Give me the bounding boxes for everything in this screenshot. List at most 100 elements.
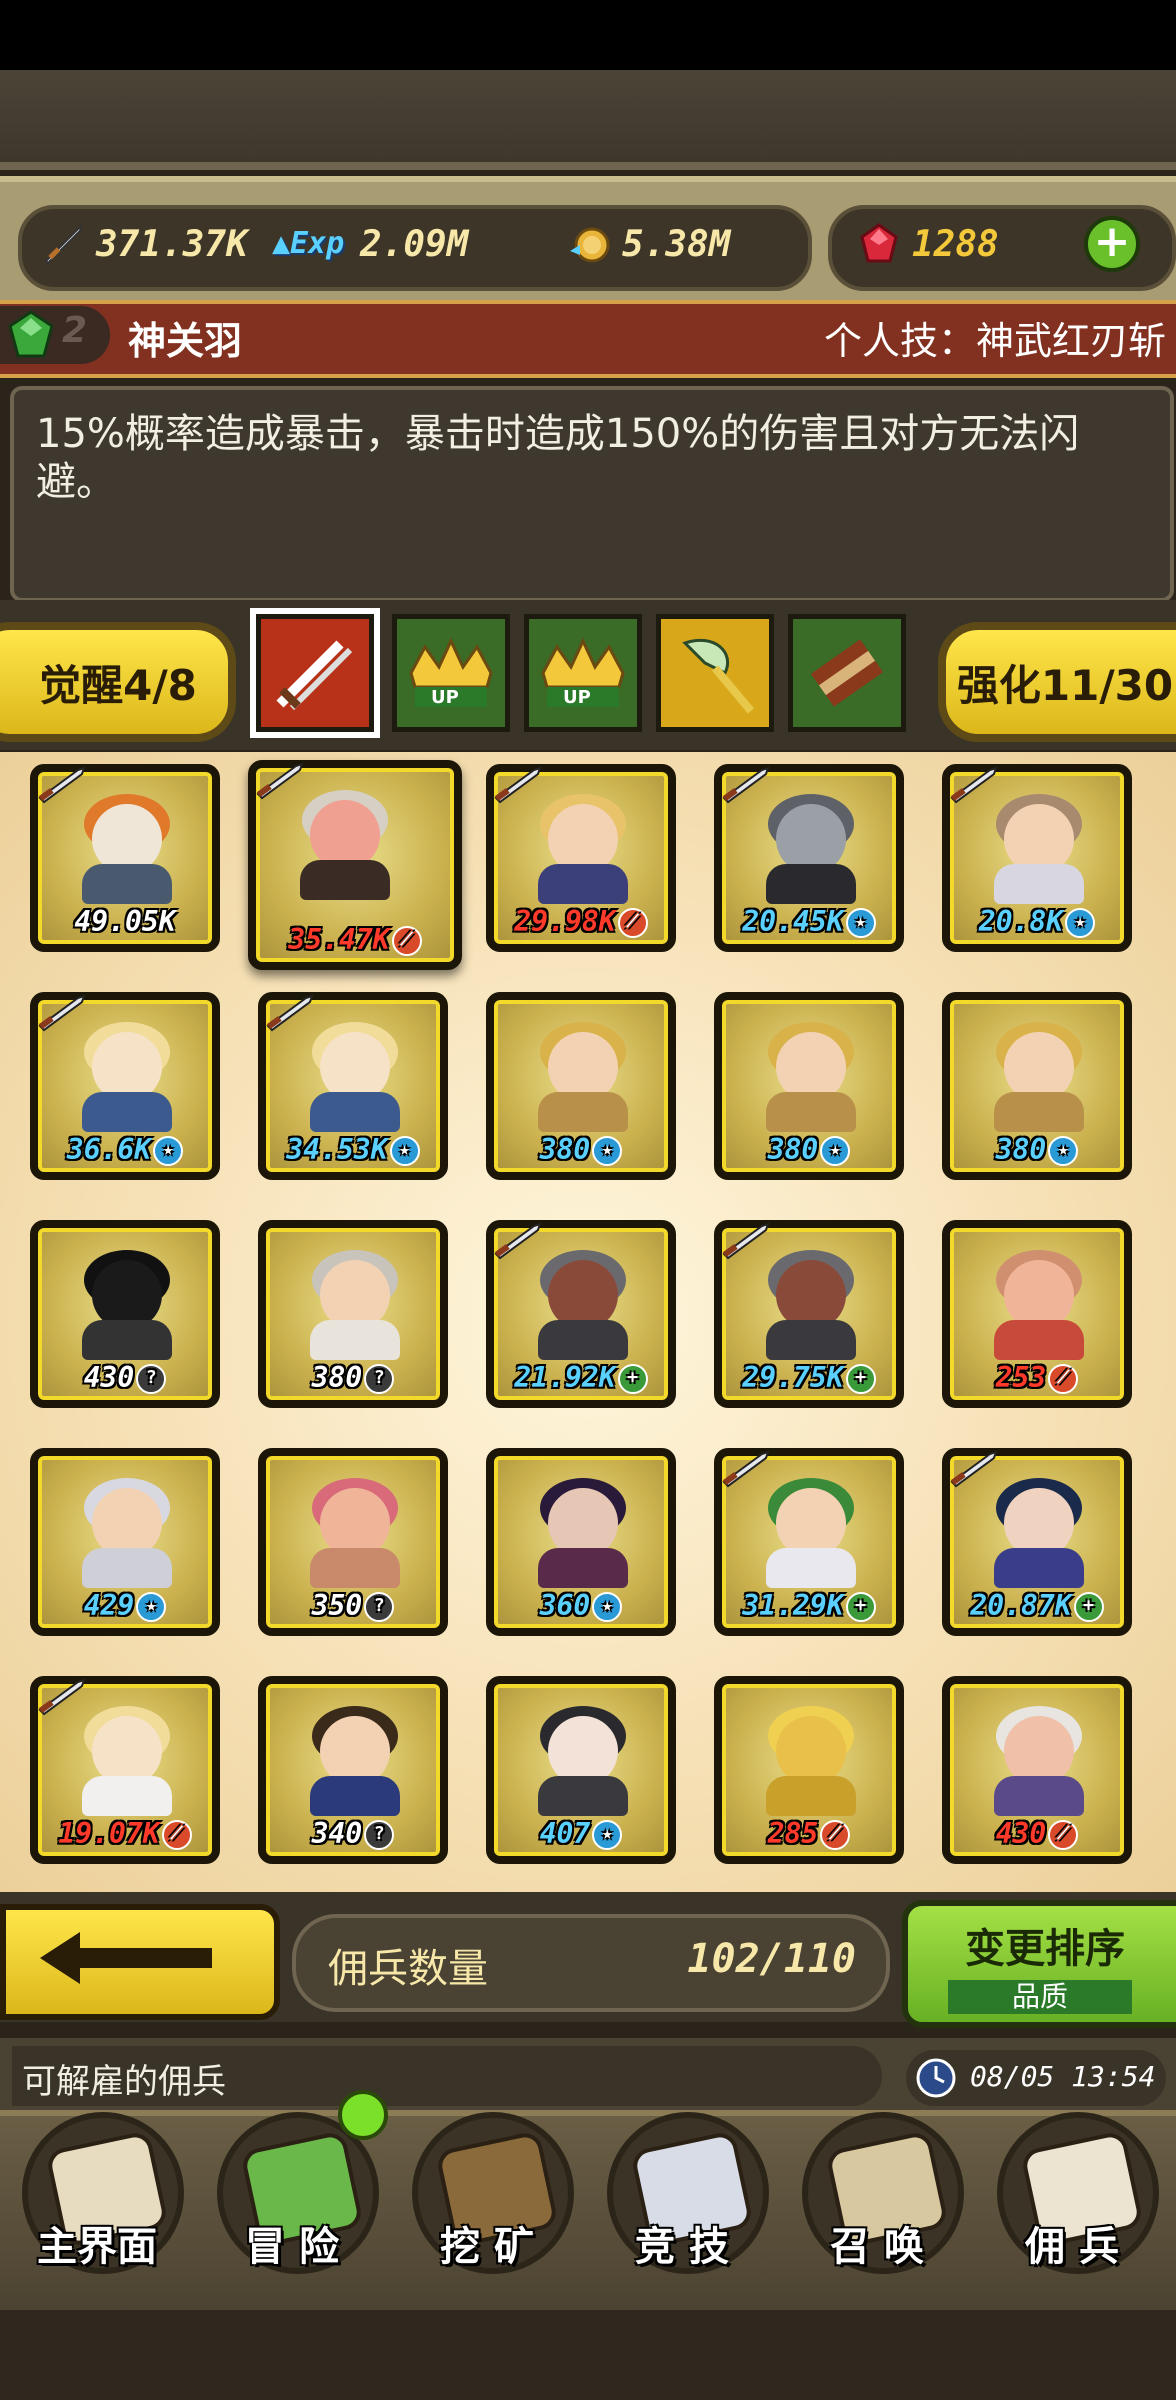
exp-value: 2.09M xyxy=(360,223,469,265)
mercenary-card[interactable]: 430 ⟋ xyxy=(942,1676,1132,1864)
mercenary-power: 285 ⟋ xyxy=(722,1817,896,1850)
mercenary-power: 29.75K + xyxy=(722,1361,896,1394)
mercenary-card[interactable]: 380? xyxy=(258,1220,448,1408)
clock-pill: 08/05 13:54 xyxy=(906,2050,1166,2106)
mercenary-power: 380 ★ xyxy=(722,1133,896,1166)
mercenary-card[interactable]: 21.92K + xyxy=(486,1220,676,1408)
equipped-sword-icon xyxy=(38,994,86,1032)
mercenary-body xyxy=(82,1092,172,1132)
fire-element-icon: ⟋ xyxy=(820,1820,851,1850)
tab-crown-up-2[interactable]: UP xyxy=(524,614,642,732)
nav-mining[interactable]: 挖 矿 xyxy=(394,2104,580,2300)
mercenary-body xyxy=(310,1320,400,1360)
nav-label: 召 唤 xyxy=(830,2224,924,2270)
back-button[interactable] xyxy=(0,1904,280,2020)
mercenary-power: 430 ⟋ xyxy=(950,1817,1124,1850)
mercenary-body xyxy=(82,864,172,904)
mercenary-power: 20.45K ★ xyxy=(722,905,896,938)
mercenary-card[interactable]: 35.47K ⟋ xyxy=(248,760,462,970)
left-arrow-icon xyxy=(40,1932,212,1984)
change-sort-button[interactable]: 变更排序 品质 xyxy=(902,1900,1176,2028)
add-gems-button[interactable]: + xyxy=(1084,216,1140,272)
star-element-icon: ★ xyxy=(592,1136,623,1166)
gem-value: 1288 xyxy=(912,223,999,265)
mercenary-power: 20.8K ★ xyxy=(950,905,1124,938)
tab-skill-weapon[interactable] xyxy=(256,614,374,732)
mercenary-card[interactable]: 380 ★ xyxy=(942,992,1132,1180)
mercenary-body xyxy=(538,1092,628,1132)
mercenary-card[interactable]: 20.8K ★ xyxy=(942,764,1132,952)
mercenary-power-value: 430 xyxy=(995,1817,1047,1850)
awaken-label: 觉醒4/8 xyxy=(39,660,197,710)
mercenary-power: 36.6K ★ xyxy=(38,1133,212,1166)
nav-summon[interactable]: 召 唤 xyxy=(784,2104,970,2300)
mercenary-power: 380? xyxy=(266,1361,440,1394)
equipped-sword-icon xyxy=(950,1450,998,1488)
mercenary-power-value: 380 xyxy=(995,1133,1047,1166)
mercenary-card[interactable]: 407 ★ xyxy=(486,1676,676,1864)
mercenary-card[interactable]: 29.75K + xyxy=(714,1220,904,1408)
nav-label: 挖 矿 xyxy=(440,2224,534,2270)
mercenary-power: 19.07K ⟋ xyxy=(38,1817,212,1850)
unknown-element-icon: ? xyxy=(364,1592,395,1622)
nature-element-icon: + xyxy=(845,1364,876,1394)
mercenary-power-value: 380 xyxy=(311,1361,363,1394)
mercenary-card[interactable]: 253 ⟋ xyxy=(942,1220,1132,1408)
gold-coin-icon xyxy=(570,227,610,263)
mercenary-card[interactable]: 350? xyxy=(258,1448,448,1636)
mercenary-card[interactable]: 430? xyxy=(30,1220,220,1408)
mercenary-power: 380 ★ xyxy=(494,1133,668,1166)
mercenary-card[interactable]: 31.29K + xyxy=(714,1448,904,1636)
awaken-button[interactable]: 觉醒4/8 xyxy=(0,622,236,742)
nature-element-icon: + xyxy=(845,1592,876,1622)
mercenary-card[interactable]: 20.87K + xyxy=(942,1448,1132,1636)
nature-element-icon: + xyxy=(1073,1592,1104,1622)
mercenary-power-value: 29.98K xyxy=(514,905,616,938)
mercenary-body xyxy=(310,1776,400,1816)
mercenary-grid: 49.05K 35.47K ⟋ 29.98K ⟋ 20.45K ★ 20.8K ★ 36.6K ★ 3… xyxy=(0,752,1176,1892)
tab-scroll[interactable] xyxy=(788,614,906,732)
mercenary-power-value: 340 xyxy=(311,1817,363,1850)
enhance-button[interactable]: 强化11/30 xyxy=(938,622,1176,742)
mercenary-card[interactable]: 380 ★ xyxy=(714,992,904,1180)
ruby-icon xyxy=(860,223,898,263)
mercenary-card[interactable]: 36.6K ★ xyxy=(30,992,220,1180)
star-element-icon: ★ xyxy=(153,1136,184,1166)
mercenary-card[interactable]: 19.07K ⟋ xyxy=(30,1676,220,1864)
mercenary-power-value: 20.45K xyxy=(742,905,844,938)
star-element-icon: ★ xyxy=(845,908,876,938)
mercenary-power-value: 253 xyxy=(995,1361,1047,1394)
mercenary-body xyxy=(994,864,1084,904)
mercenary-card[interactable]: 340? xyxy=(258,1676,448,1864)
mercenary-power: 360 ★ xyxy=(494,1589,668,1622)
nav-arena[interactable]: 竞 技 xyxy=(589,2104,775,2300)
mercenary-power-value: 36.6K xyxy=(66,1133,152,1166)
mercenary-card[interactable]: 34.53K ★ xyxy=(258,992,448,1180)
nav-label: 主界面 xyxy=(37,2224,157,2270)
count-value: 102/110 xyxy=(687,1936,856,1982)
tab-crown-up-1[interactable]: UP xyxy=(392,614,510,732)
sort-label: 变更排序 xyxy=(965,1926,1125,1972)
gold-resource: 5.38M xyxy=(566,218,730,270)
nav-main-screen[interactable]: 主界面 xyxy=(4,2104,190,2300)
tab-glaive[interactable] xyxy=(656,614,774,732)
mercenary-body xyxy=(994,1320,1084,1360)
equipped-sword-icon xyxy=(722,1450,770,1488)
mercenary-card[interactable]: 360 ★ xyxy=(486,1448,676,1636)
scroll-icon xyxy=(810,639,884,707)
mercenary-power: 429 ★ xyxy=(38,1589,212,1622)
mercenary-card[interactable]: 49.05K xyxy=(30,764,220,952)
mercenary-card[interactable]: 380 ★ xyxy=(486,992,676,1180)
mercenary-card[interactable]: 20.45K ★ xyxy=(714,764,904,952)
nav-mercenary[interactable]: 佣 兵 xyxy=(979,2104,1165,2300)
mercenary-card[interactable]: 285 ⟋ xyxy=(714,1676,904,1864)
mercenary-body xyxy=(538,1320,628,1360)
mercenary-body xyxy=(538,1776,628,1816)
mercenary-body xyxy=(300,860,390,900)
mercenary-card[interactable]: 429 ★ xyxy=(30,1448,220,1636)
mercenary-power-value: 350 xyxy=(311,1589,363,1622)
mercenary-power: 29.98K ⟋ xyxy=(494,905,668,938)
sort-value: 品质 xyxy=(948,1980,1132,2014)
crossed-blades-icon xyxy=(276,640,353,711)
mercenary-card[interactable]: 29.98K ⟋ xyxy=(486,764,676,952)
